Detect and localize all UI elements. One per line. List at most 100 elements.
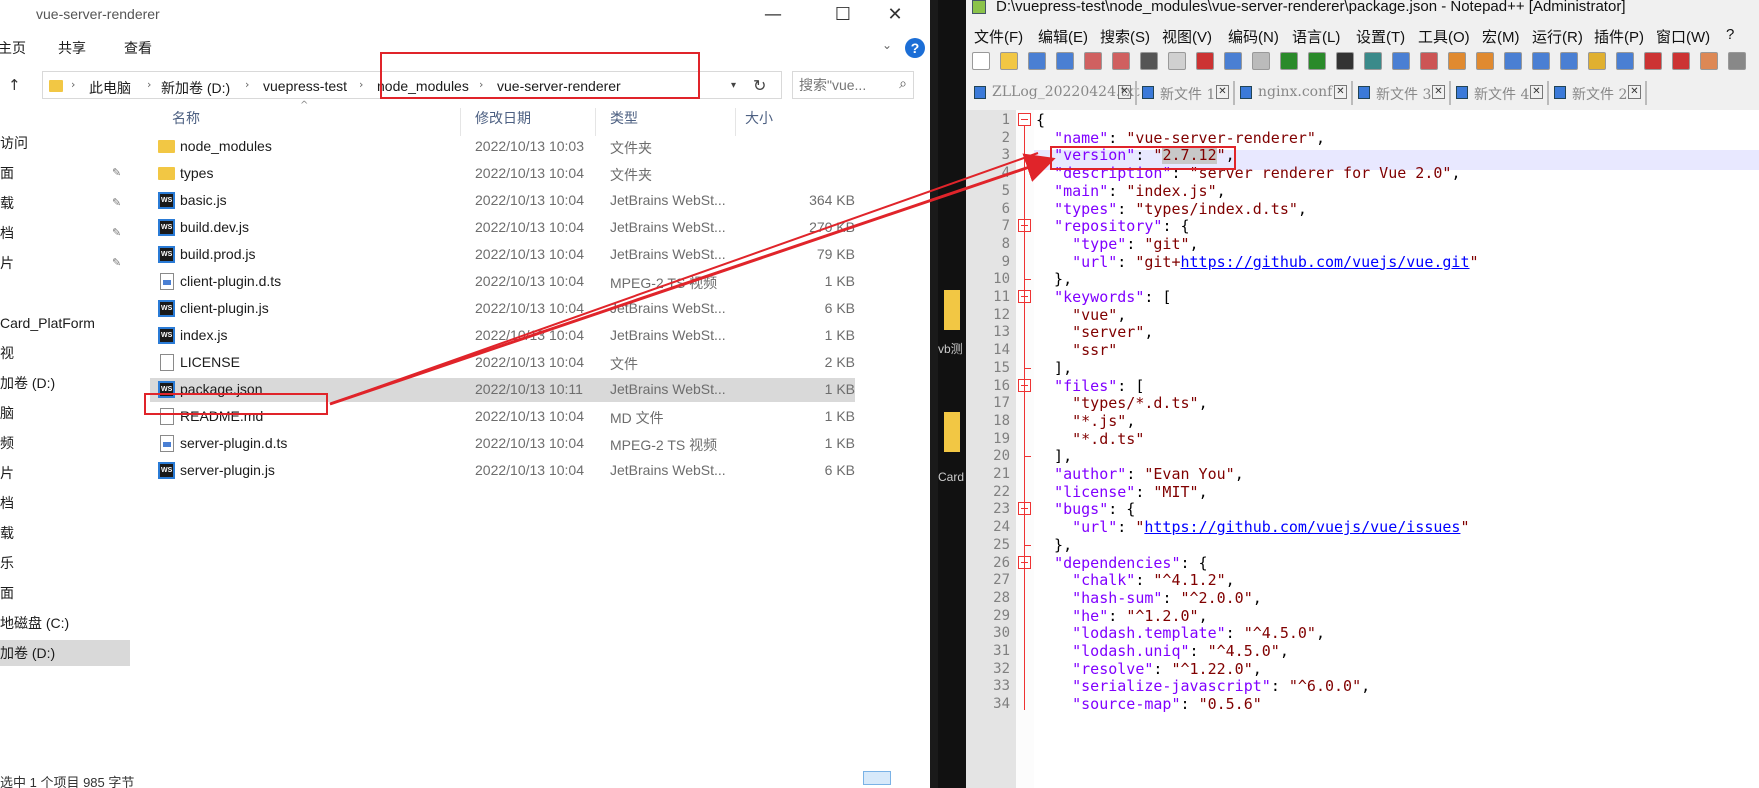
search-input[interactable] [799,76,889,94]
column-header-type[interactable]: 类型 [610,108,638,128]
menu-item[interactable]: ? [1726,26,1734,43]
nav-item[interactable]: 视 [0,340,130,366]
up-arrow-icon[interactable]: ↑ [8,76,21,94]
nav-item[interactable]: 载 ✎ [0,190,130,216]
monitor-icon[interactable] [1728,52,1746,70]
ribbon-tab-home[interactable]: 主页 [0,38,26,58]
details-view-button[interactable] [863,771,891,785]
file-row[interactable]: index.js 2022/10/13 10:04 JetBrains WebSt.… [150,324,855,348]
file-row[interactable]: basic.js 2022/10/13 10:04 JetBrains WebSt.… [150,189,855,213]
menu-item[interactable]: 工具(O) [1418,26,1470,47]
doc-map-icon[interactable] [1616,52,1634,70]
menu-item[interactable]: 视图(V) [1162,26,1212,47]
sync-h-icon[interactable] [1476,52,1494,70]
column-header-name[interactable]: 名称 [172,108,200,128]
address-dropdown-icon[interactable]: ▾ [731,80,736,91]
new-file-icon[interactable] [972,52,990,70]
nav-item[interactable]: 脑 [0,400,130,426]
search-icon[interactable]: ⌕ [899,76,907,92]
file-row[interactable]: node_modules 2022/10/13 10:03 文件夹 [150,135,855,159]
nav-item[interactable]: 地磁盘 (C:) [0,610,130,636]
open-file-icon[interactable] [1000,52,1018,70]
separator-icon[interactable] [1168,52,1186,70]
fold-margin[interactable] [1016,110,1034,788]
column-divider[interactable] [460,108,461,136]
nav-item[interactable]: 载 [0,520,130,546]
menu-item[interactable]: 搜索(S) [1100,26,1150,47]
close-tab-icon[interactable]: ✕ [1334,85,1347,99]
menu-item[interactable]: 插件(P) [1594,26,1644,47]
breadcrumb-drive-d[interactable]: 新加卷 (D:) [161,78,230,98]
nav-item[interactable]: 片 ✎ [0,250,130,276]
menu-item[interactable]: 设置(T) [1356,26,1405,47]
file-tab[interactable]: 新文件 1 ✕ [1138,81,1235,105]
chevron-down-icon[interactable]: ⌄ [882,38,892,52]
undo-icon[interactable] [1280,52,1298,70]
minimize-button[interactable]: — [750,2,796,28]
pin-icon[interactable]: ✎ [112,160,121,186]
file-row[interactable]: build.prod.js 2022/10/13 10:04 JetBrains W… [150,243,855,267]
folder-workspace-icon[interactable] [1672,52,1690,70]
record-macro-icon[interactable] [1700,52,1718,70]
udl-icon[interactable] [1588,52,1606,70]
save-all-icon[interactable] [1056,52,1074,70]
nav-item[interactable]: 频 [0,430,130,456]
redo-icon[interactable] [1308,52,1326,70]
breadcrumb-this-pc[interactable]: 此电脑 [89,78,131,98]
menu-item[interactable]: 编辑(E) [1038,26,1088,47]
close-tab-icon[interactable]: ✕ [1216,85,1229,99]
close-tab-icon[interactable]: ✕ [1432,85,1445,99]
nav-item[interactable]: 片 [0,460,130,486]
file-tab[interactable]: 新文件 3 ✕ [1354,81,1451,105]
save-icon[interactable] [1028,52,1046,70]
nav-item[interactable]: 档 ✎ [0,220,130,246]
find-icon[interactable] [1336,52,1354,70]
close-all-icon[interactable] [1112,52,1130,70]
menu-item[interactable]: 窗口(W) [1656,26,1710,47]
close-tab-icon[interactable]: ✕ [1118,85,1131,99]
refresh-icon[interactable]: ↻ [753,76,766,95]
paste-icon[interactable] [1252,52,1270,70]
close-tab-icon[interactable]: ✕ [1530,85,1543,99]
file-row[interactable]: LICENSE 2022/10/13 10:04 文件 2 KB [150,351,855,375]
cut-icon[interactable] [1196,52,1214,70]
fold-toggle-icon[interactable] [1018,113,1031,126]
menu-item[interactable]: 宏(M) [1482,26,1520,47]
file-tab[interactable]: ZLLog_20220424.txt ✕ [970,81,1140,105]
file-tab[interactable]: 新文件 2 ✕ [1550,81,1647,105]
column-header-date[interactable]: 修改日期 [475,108,531,128]
zoom-in-icon[interactable] [1392,52,1410,70]
file-row[interactable]: server-plugin.js 2022/10/13 10:04 JetBrain… [150,459,855,483]
nav-item[interactable]: 访问 [0,130,130,156]
indent-guide-icon[interactable] [1560,52,1578,70]
close-tab-icon[interactable]: ✕ [1628,85,1641,99]
column-divider[interactable] [735,108,736,136]
nav-item[interactable]: 面 ✎ [0,160,130,186]
help-icon[interactable]: ? [905,38,925,58]
pin-icon[interactable]: ✎ [112,250,121,276]
ribbon-tab-share[interactable]: 共享 [58,38,86,58]
column-header-size[interactable]: 大小 [745,108,773,128]
file-row[interactable]: build.dev.js 2022/10/13 10:04 JetBrains We… [150,216,855,240]
copy-icon[interactable] [1224,52,1242,70]
search-box[interactable]: ⌕ [792,71,914,99]
sync-v-icon[interactable] [1448,52,1466,70]
ribbon-tab-view[interactable]: 查看 [124,38,152,58]
column-divider[interactable] [595,108,596,136]
file-row[interactable]: client-plugin.d.ts 2022/10/13 10:04 MPEG-2… [150,270,855,294]
file-row[interactable]: server-plugin.d.ts 2022/10/13 10:04 MPEG-2… [150,432,855,456]
file-tab[interactable]: 新文件 4 ✕ [1452,81,1549,105]
nav-item[interactable]: 加卷 (D:) [0,640,130,666]
function-list-icon[interactable] [1644,52,1662,70]
nav-item[interactable]: 档 [0,490,130,516]
editor[interactable]: 1{2 "name": "vue-server-renderer", 3 "ver… [966,110,1759,788]
menu-item[interactable]: 编码(N) [1228,26,1279,47]
breadcrumb-vuepress-test[interactable]: vuepress-test [263,78,347,94]
file-tab[interactable]: nginx.conf ✕ [1236,81,1353,105]
wrap-icon[interactable] [1504,52,1522,70]
replace-icon[interactable] [1364,52,1382,70]
menu-item[interactable]: 文件(F) [974,26,1023,47]
maximize-button[interactable]: ☐ [820,2,866,28]
nav-item[interactable]: 面 [0,580,130,606]
file-row[interactable]: types 2022/10/13 10:04 文件夹 [150,162,855,186]
